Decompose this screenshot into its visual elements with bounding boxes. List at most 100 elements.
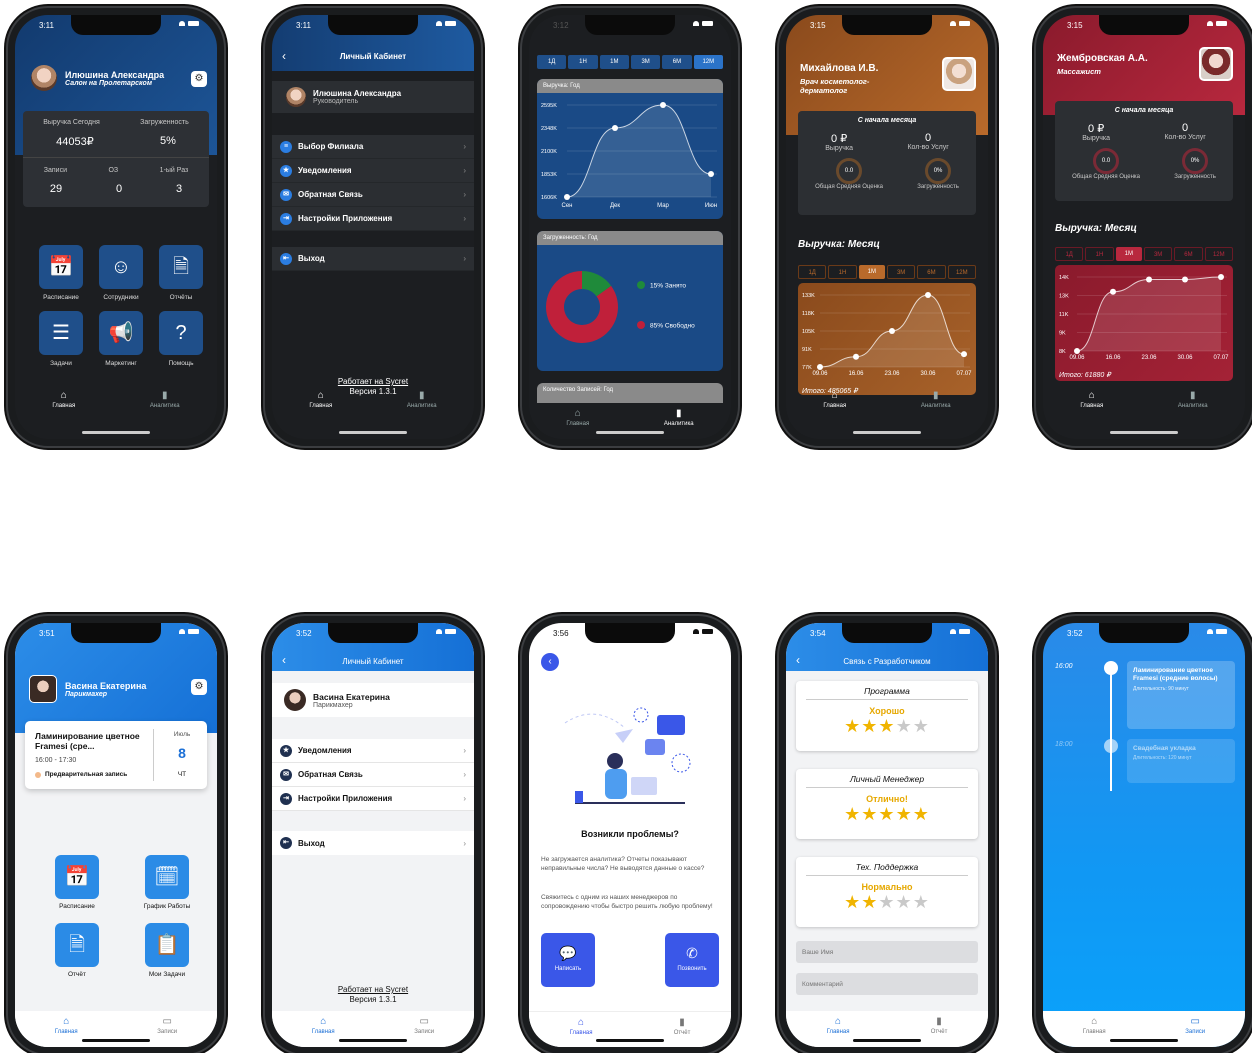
profile[interactable]: Илюшина Александра Салон на Пролетарском bbox=[31, 65, 217, 91]
write-button[interactable]: 💬 Написать bbox=[541, 933, 595, 987]
period-1m[interactable]: 1М bbox=[599, 55, 629, 69]
period-3m[interactable]: 3М bbox=[886, 265, 916, 279]
menu-item-notifications[interactable]: ★ Уведомления › bbox=[272, 739, 474, 763]
menu-item-settings[interactable]: ⇥ Настройки Приложения › bbox=[272, 787, 474, 811]
records-label: Записи bbox=[43, 167, 67, 174]
exit-row[interactable]: ⇤ Выход › bbox=[272, 247, 474, 271]
work-schedule-tile[interactable]: 🗓 bbox=[145, 855, 189, 899]
x-tick-label: 09.06 bbox=[1069, 355, 1085, 361]
rating-card: Программа Хорошо ★★★★★ bbox=[796, 681, 978, 751]
period-1d[interactable]: 1Д bbox=[537, 55, 567, 69]
period-1d[interactable]: 1Д bbox=[1055, 247, 1084, 261]
period-1w[interactable]: 1Н bbox=[568, 55, 598, 69]
settings-gear-icon[interactable]: ⚙ bbox=[191, 679, 207, 695]
menu-item-feedback[interactable]: ✉ Обратная Связь › bbox=[272, 763, 474, 787]
tab-analytics[interactable]: ▮ Аналитика bbox=[1178, 390, 1208, 429]
period-1m[interactable]: 1М bbox=[858, 265, 885, 279]
help-tile[interactable]: ? bbox=[159, 311, 203, 355]
marketing-tile[interactable]: 📢 bbox=[99, 311, 143, 355]
rating-grade: Отлично! bbox=[866, 794, 908, 804]
event-card[interactable]: Ламинирование цветное Framesi (средние в… bbox=[1127, 661, 1235, 729]
report-tile[interactable]: 🗎 bbox=[55, 923, 99, 967]
tab-label: Главная bbox=[54, 1029, 78, 1035]
tab-home[interactable]: ⌂ Главная bbox=[1083, 1016, 1106, 1047]
tab-label: Главная bbox=[311, 1029, 335, 1035]
oz-value: 0 bbox=[115, 183, 123, 195]
legend-swatch bbox=[637, 321, 645, 329]
tab-records[interactable]: ▭ Записи bbox=[414, 1016, 434, 1047]
tab-label: Записи bbox=[157, 1029, 178, 1035]
tab-home[interactable]: ⌂ Главная bbox=[566, 408, 589, 439]
menu-item-settings[interactable]: ⇥ Настройки Приложения › bbox=[272, 207, 474, 231]
tab-home[interactable]: ⌂ Главная bbox=[827, 1016, 850, 1047]
menu-item-branch[interactable]: ≡ Выбор Филиала › bbox=[272, 135, 474, 159]
y-tick-label: 8K bbox=[1059, 349, 1066, 355]
period-1w[interactable]: 1Н bbox=[1085, 247, 1114, 261]
star-rating[interactable]: ★★★★★ bbox=[796, 892, 978, 913]
reports-tile[interactable]: 🗎 bbox=[159, 245, 203, 289]
tab-home[interactable]: ⌂ Главная bbox=[1080, 390, 1103, 429]
employee-photo bbox=[1199, 47, 1233, 81]
tab-report[interactable]: ▮ Отчёт bbox=[674, 1017, 691, 1047]
status-time: 3:15 bbox=[1067, 21, 1083, 30]
records-value: 29 bbox=[49, 183, 63, 195]
tab-home[interactable]: ⌂ Главная bbox=[55, 1016, 78, 1047]
star-rating[interactable]: ★★★★★ bbox=[796, 716, 978, 737]
tab-analytics[interactable]: ▮ Аналитика bbox=[664, 408, 694, 439]
period-3m[interactable]: 3М bbox=[630, 55, 661, 69]
star-rating[interactable]: ★★★★★ bbox=[796, 804, 978, 825]
tab-records[interactable]: ▭ Записи bbox=[157, 1016, 177, 1047]
period-12m[interactable]: 12М bbox=[693, 55, 723, 69]
call-button[interactable]: ✆ Позвонить bbox=[665, 933, 719, 987]
user-role: Парикмахер bbox=[313, 701, 353, 709]
period-selector: 1Д 1Н 1М 3М 6М 12М bbox=[537, 55, 723, 69]
period-1m[interactable]: 1М bbox=[1115, 247, 1142, 261]
comment-input[interactable] bbox=[796, 973, 978, 995]
notch bbox=[328, 15, 418, 35]
next-appointment-card[interactable]: Ламинирование цветное Framesi (сре... 16… bbox=[25, 721, 207, 789]
my-tasks-tile[interactable]: 📋 bbox=[145, 923, 189, 967]
staff-tile[interactable]: ☺ bbox=[99, 245, 143, 289]
user-name: Илюшина Александра bbox=[65, 69, 165, 80]
menu-item-feedback[interactable]: ✉ Обратная Связь › bbox=[272, 183, 474, 207]
period-6m[interactable]: 6М bbox=[662, 55, 692, 69]
period-6m[interactable]: 6М bbox=[917, 265, 946, 279]
y-tick-label: 133K bbox=[802, 293, 815, 299]
powered-by-link[interactable]: Работает на Sycret bbox=[272, 985, 474, 994]
period-12m[interactable]: 12М bbox=[947, 265, 976, 279]
tab-home[interactable]: ⌂ Главная bbox=[312, 1016, 335, 1047]
period-1w[interactable]: 1Н bbox=[828, 265, 857, 279]
tab-home[interactable]: ⌂ Главная bbox=[823, 390, 846, 429]
tab-home[interactable]: ⌂ Главная bbox=[570, 1017, 593, 1047]
tab-records[interactable]: ▭ Записи bbox=[1185, 1016, 1205, 1047]
tab-label: Главная bbox=[52, 403, 76, 409]
legend-swatch bbox=[637, 281, 645, 289]
schedule-tile[interactable]: 📅 bbox=[55, 855, 99, 899]
y-tick-label: 2595K bbox=[541, 103, 557, 109]
profile-row[interactable]: Васина Екатерина Парикмахер bbox=[272, 683, 474, 717]
tasks-tile[interactable]: ☰ bbox=[39, 311, 83, 355]
tab-report[interactable]: ▮ Отчёт bbox=[931, 1016, 948, 1047]
tab-analytics[interactable]: ▮ Аналитика bbox=[150, 390, 180, 429]
settings-gear-icon[interactable]: ⚙ bbox=[191, 71, 207, 87]
profile[interactable]: Васина Екатерина Парикмахер bbox=[29, 675, 146, 703]
home-icon: ⌂ bbox=[1091, 1016, 1098, 1027]
period-6m[interactable]: 6М bbox=[1174, 247, 1203, 261]
profile-row[interactable]: Илюшина Александра Руководитель bbox=[272, 81, 474, 113]
tab-home[interactable]: ⌂ Главная bbox=[52, 390, 75, 429]
tab-analytics[interactable]: ▮ Аналитика bbox=[921, 390, 951, 429]
tile-label: Маркетинг bbox=[105, 360, 137, 367]
menu-label: Выход bbox=[298, 838, 325, 848]
tab-home[interactable]: ⌂ Главная bbox=[309, 390, 332, 429]
period-1d[interactable]: 1Д bbox=[798, 265, 827, 279]
back-button[interactable]: ‹ bbox=[541, 653, 559, 671]
period-3m[interactable]: 3М bbox=[1143, 247, 1173, 261]
name-input[interactable] bbox=[796, 941, 978, 963]
load-label: Загруженность bbox=[917, 184, 959, 190]
menu-item-notifications[interactable]: ★ Уведомления › bbox=[272, 159, 474, 183]
period-12m[interactable]: 12М bbox=[1204, 247, 1233, 261]
event-card[interactable]: Свадебная укладка Длительность: 120 мину… bbox=[1127, 739, 1235, 783]
schedule-tile[interactable]: 📅 bbox=[39, 245, 83, 289]
tab-analytics[interactable]: ▮ Аналитика bbox=[407, 390, 437, 429]
exit-row[interactable]: ⇤ Выход › bbox=[272, 831, 474, 855]
